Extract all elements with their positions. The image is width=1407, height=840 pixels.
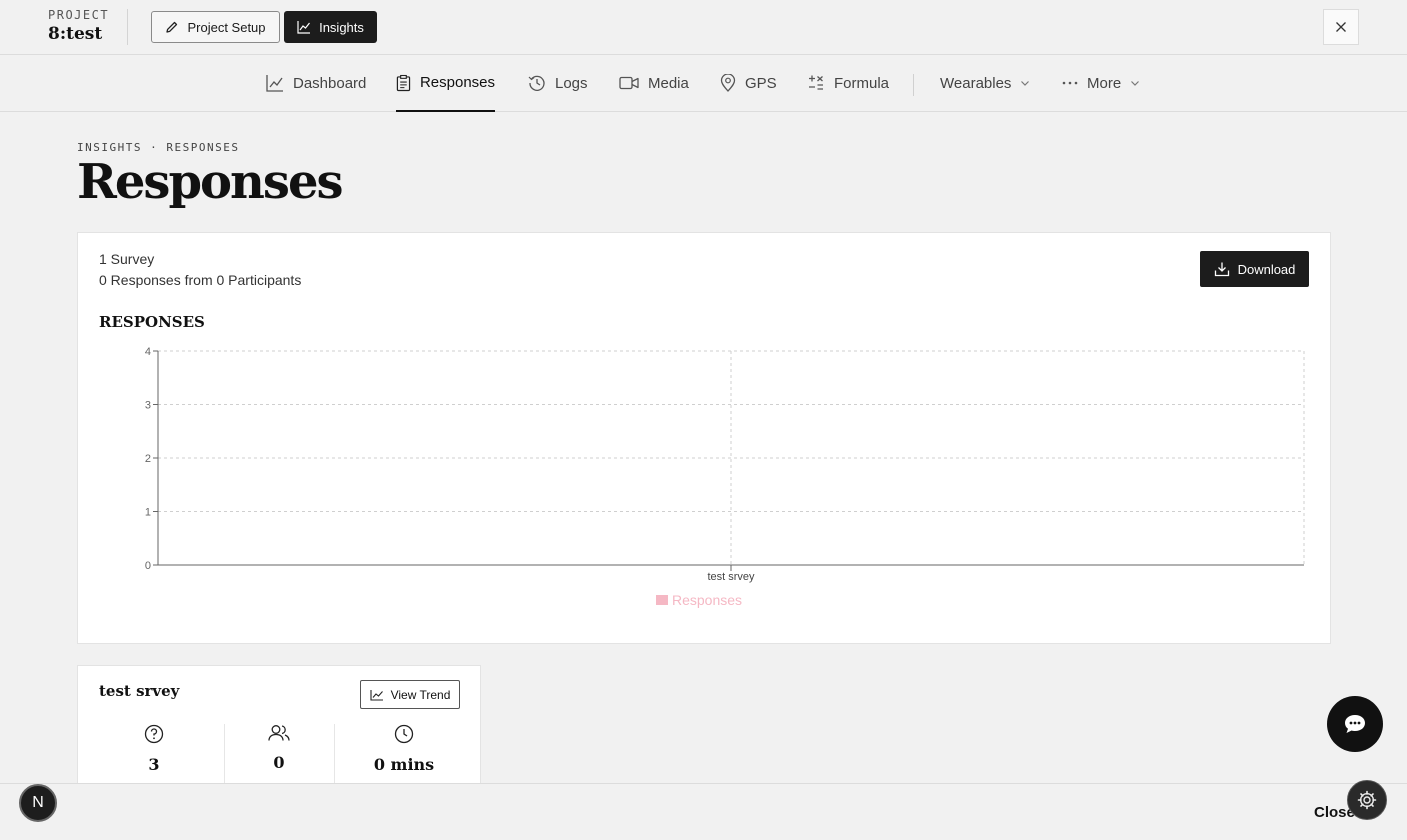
n-badge[interactable]: N <box>19 784 57 822</box>
project-label: PROJECT <box>48 8 110 22</box>
chevron-down-icon <box>1021 81 1030 86</box>
tab-more-label: More <box>1087 74 1122 92</box>
formula-icon <box>809 75 823 90</box>
tab-wearables[interactable]: Wearables <box>940 55 1030 111</box>
tab-gps-label: GPS <box>745 74 777 92</box>
legend-label[interactable]: Responses <box>672 592 742 608</box>
line-chart-icon <box>297 21 311 34</box>
view-trend-label: View Trend <box>390 687 451 702</box>
top-bar: PROJECT 8:test Project Setup Insights <box>0 0 1407 55</box>
chart-legend[interactable]: Responses <box>656 592 742 608</box>
tab-dashboard-label: Dashboard <box>293 74 367 92</box>
video-icon <box>619 76 639 90</box>
legend-swatch[interactable] <box>656 595 668 605</box>
project-setup-label: Project Setup <box>187 19 266 35</box>
page-title: Responses <box>77 154 344 210</box>
survey-card: test srvey View Trend 3 0 0 mins <box>77 665 481 795</box>
x-tick-label: test srvey <box>707 571 755 583</box>
stat-participants-value: 0 <box>273 753 285 772</box>
chart-grid <box>158 350 1305 565</box>
project-setup-button[interactable]: Project Setup <box>151 11 280 43</box>
y-tick-label: 4 <box>145 346 151 358</box>
close-button[interactable] <box>1323 9 1359 45</box>
history-icon <box>528 75 545 91</box>
project-name: 8:test <box>48 24 103 44</box>
tab-formula-label: Formula <box>834 74 890 92</box>
tab-media-label: Media <box>648 74 689 92</box>
tab-gps[interactable]: GPS <box>720 55 777 111</box>
tab-logs[interactable]: Logs <box>528 55 588 111</box>
y-tick-label: 0 <box>145 560 151 572</box>
responses-chart: 0 1 2 3 4 test srvey Responses <box>145 346 1305 608</box>
chat-button[interactable] <box>1327 696 1383 752</box>
chart-labels: 0 1 2 3 4 test srvey <box>145 346 755 583</box>
gear-icon <box>1357 790 1377 810</box>
pencil-icon <box>166 21 178 33</box>
map-pin-icon <box>720 74 736 92</box>
stat-time-value: 0 mins <box>373 755 435 774</box>
bottom-bar: Close <box>0 783 1407 840</box>
close-icon <box>1336 22 1346 32</box>
y-tick-label: 1 <box>145 507 151 519</box>
users-icon <box>268 725 290 741</box>
clipboard-icon <box>396 74 411 91</box>
ellipsis-icon <box>1062 81 1078 85</box>
chart-axes <box>153 350 1304 571</box>
stat-participants: 0 <box>239 724 319 772</box>
clock-icon <box>394 724 414 744</box>
line-chart-icon <box>370 689 383 701</box>
chat-icon <box>1345 715 1365 733</box>
y-tick-label: 3 <box>145 400 151 412</box>
survey-title: test srvey <box>99 682 180 700</box>
tab-more[interactable]: More <box>1062 55 1140 111</box>
stat-questions-value: 3 <box>148 755 160 774</box>
tab-responses[interactable]: Responses <box>396 55 495 112</box>
y-tick-label: 2 <box>145 453 151 465</box>
nav-divider <box>913 74 914 96</box>
stat-time: 0 mins <box>364 724 444 774</box>
stat-questions: 3 <box>114 724 194 774</box>
tab-formula[interactable]: Formula <box>807 55 889 111</box>
view-trend-button[interactable]: View Trend <box>360 680 460 709</box>
insights-button[interactable]: Insights <box>284 11 377 43</box>
question-circle-icon <box>144 724 164 744</box>
divider <box>127 9 128 45</box>
tab-wearables-label: Wearables <box>940 74 1012 92</box>
chevron-down-icon <box>1131 81 1140 86</box>
breadcrumb: INSIGHTS · RESPONSES <box>77 141 240 154</box>
tab-dashboard[interactable]: Dashboard <box>266 55 366 111</box>
tab-media[interactable]: Media <box>619 55 689 111</box>
settings-button[interactable] <box>1347 780 1387 820</box>
tab-responses-label: Responses <box>419 74 495 91</box>
tab-logs-label: Logs <box>555 74 588 92</box>
insights-label: Insights <box>319 19 364 35</box>
line-chart-icon <box>266 75 283 92</box>
section-nav: Dashboard Responses Logs Media GPS Formu… <box>0 55 1407 112</box>
responses-summary-card: 1 Survey 0 Responses from 0 Participants… <box>77 232 1331 644</box>
